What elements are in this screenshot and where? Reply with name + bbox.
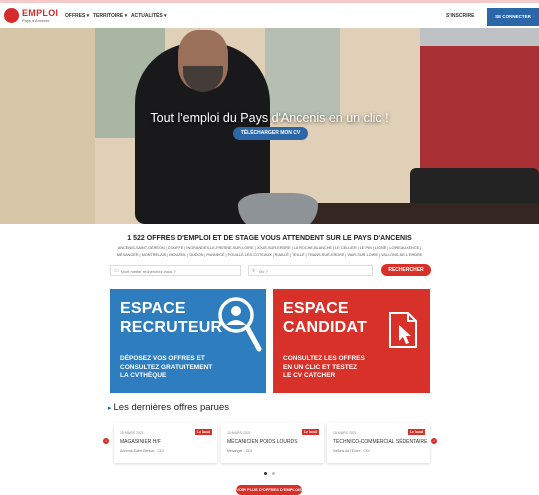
hero-banner: Tout l'emploi du Pays d'Ancenis en un cl… — [0, 28, 539, 224]
offer-card[interactable]: 15 MARS 2021 Le local TECHNICO-COMMERCIA… — [327, 423, 430, 463]
latest-offers-heading-text: Les dernières offres parues — [113, 402, 229, 413]
espace-candidat-title: ESPACE CANDIDAT — [283, 299, 367, 337]
hero-overlay — [0, 28, 539, 224]
nav-actualites[interactable]: ACTUALITÉS ▾ — [131, 13, 167, 19]
espace-candidat-description: CONSULTEZ LES OFFRES EN UN CLIC ET TESTE… — [283, 355, 365, 381]
offer-title: MAGASINIER H/F — [120, 439, 161, 445]
search-button[interactable]: RECHERCHER — [381, 264, 431, 276]
location-pin-icon: ⌾ — [252, 268, 256, 274]
espace-candidat-desc-line: CONSULTEZ LES OFFRES — [283, 355, 365, 362]
offer-location: Ancenis-Saint-Géréon - CDI — [120, 449, 164, 453]
espace-recruteur-title-line: RECRUTEUR — [120, 319, 223, 336]
carousel-next-button[interactable]: › — [431, 438, 437, 444]
espace-recruteur-desc-line: CONSULTEZ GRATUITEMENT — [120, 363, 213, 371]
offer-date: 15 MARS 2021 — [227, 431, 251, 435]
nav-offres[interactable]: OFFRES ▾ — [65, 13, 89, 19]
arrow-right-icon: ▸ — [108, 405, 112, 412]
offer-badge: Le local — [194, 429, 212, 435]
espace-candidat-title-line: ESPACE — [283, 300, 349, 317]
offer-date: 15 MARS 2021 — [333, 431, 357, 435]
logo-subtitle: Pays d'Ancenis — [22, 18, 50, 23]
magnifier-person-icon — [218, 297, 262, 352]
espace-candidat-desc-line: LE CV CATCHER — [283, 372, 336, 379]
offer-badge: Le local — [301, 429, 319, 435]
offers-count-heading: 1 522 OFFRES D'EMPLOI ET DE STAGE VOUS A… — [127, 235, 412, 242]
offer-location: Vallons-de-l'Erdre - CDI — [333, 449, 370, 453]
login-button[interactable]: SE CONNECTER — [487, 8, 539, 26]
offer-card[interactable]: 15 MARS 2021 Le local MÉCANICIEN POIDS L… — [221, 423, 324, 463]
nav-territoire[interactable]: TERRITOIRE ▾ — [93, 13, 127, 19]
carousel-dot[interactable] — [272, 472, 275, 475]
hero-title: Tout l'emploi du Pays d'Ancenis en un cl… — [150, 111, 389, 125]
more-offers-button[interactable]: VOIR PLUS D'OFFRES D'EMPLOIS — [236, 485, 302, 495]
espace-candidat-title-line: CANDIDAT — [283, 319, 367, 336]
espace-recruteur-title-line: ESPACE — [120, 300, 186, 317]
logo-title: EMPLOI — [22, 8, 59, 18]
document-cursor-icon — [389, 312, 417, 348]
offer-location: Mésanger - CDI — [227, 449, 252, 453]
briefcase-icon: ▭ — [114, 268, 119, 274]
top-accent-line — [0, 0, 539, 3]
offer-card[interactable]: 15 MARS 2021 Le local MAGASINIER H/F Anc… — [114, 423, 217, 463]
latest-offers-heading: ▸ Les dernières offres parues — [108, 402, 229, 413]
offer-badge: Le local — [407, 429, 425, 435]
job-search-field[interactable]: ▭ — [110, 265, 241, 276]
logo-mark-icon — [4, 8, 19, 23]
offer-title: MÉCANICIEN POIDS LOURDS — [227, 439, 298, 445]
espace-candidat-desc-line: EN UN CLIC ET TESTEZ — [283, 363, 358, 371]
upload-cv-button[interactable]: TÉLÉCHARGER MON CV — [233, 127, 308, 140]
espace-candidat-tile[interactable]: ESPACE CANDIDAT CONSULTEZ LES OFFRES EN … — [273, 289, 430, 393]
top-navigation: EMPLOI Pays d'Ancenis OFFRES ▾ TERRITOIR… — [0, 0, 539, 30]
offer-date: 15 MARS 2021 — [120, 431, 144, 435]
espace-recruteur-desc-line: LA CVTHÈQUE — [120, 372, 167, 379]
signup-link[interactable]: S'INSCRIRE — [446, 13, 474, 19]
espace-recruteur-title: ESPACE RECRUTEUR — [120, 299, 222, 337]
job-search-input[interactable] — [121, 267, 231, 275]
espace-recruteur-desc-line: DÉPOSEZ VOS OFFRES ET — [120, 355, 205, 362]
location-search-input[interactable] — [259, 267, 369, 275]
location-search-field[interactable]: ⌾ — [248, 265, 373, 276]
carousel-dot-active[interactable] — [264, 472, 267, 475]
towns-list: ANCENIS-SAINT-GÉRÉON | COUFFÉ | INGRANDE… — [116, 246, 423, 257]
site-logo[interactable]: EMPLOI Pays d'Ancenis — [4, 8, 64, 26]
offer-title: TECHNICO-COMMERCIAL SÉDENTAIRE — [333, 439, 428, 445]
carousel-prev-button[interactable]: ‹ — [103, 438, 109, 444]
espace-recruteur-tile[interactable]: ESPACE RECRUTEUR DÉPOSEZ VOS OFFRES ET C… — [110, 289, 266, 393]
espace-recruteur-description: DÉPOSEZ VOS OFFRES ET CONSULTEZ GRATUITE… — [120, 355, 212, 381]
